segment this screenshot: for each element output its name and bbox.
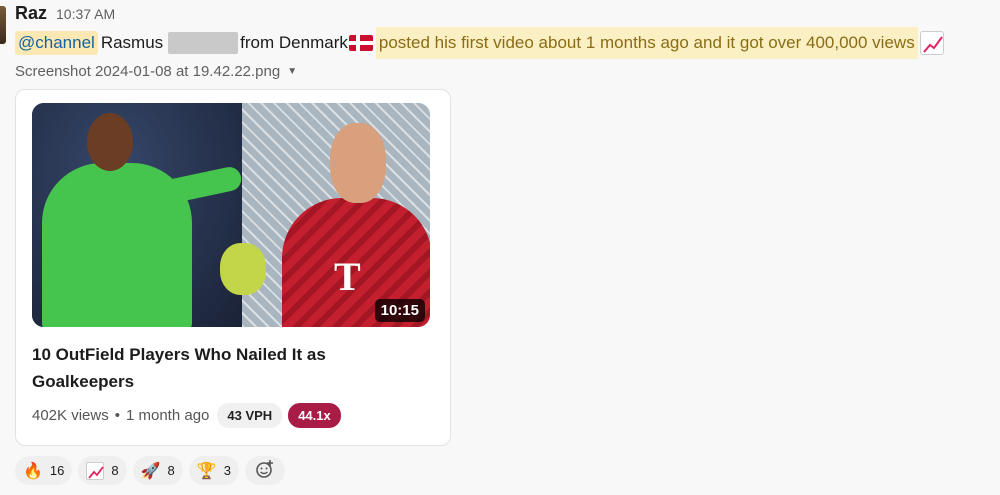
chart-increasing-icon bbox=[86, 461, 105, 480]
reaction-bar: 🔥 16 8 🚀 8 🏆 3 bbox=[15, 456, 285, 485]
channel-mention[interactable]: @channel bbox=[15, 30, 98, 55]
file-name-text: Screenshot 2024-01-08 at 19.42.22.png bbox=[15, 63, 281, 80]
player-green-head bbox=[87, 113, 133, 171]
avatar[interactable] bbox=[0, 6, 6, 44]
trophy-icon: 🏆 bbox=[196, 461, 217, 480]
reaction-rocket[interactable]: 🚀 8 bbox=[132, 456, 183, 485]
highlighted-text: posted his first video about 1 months ag… bbox=[375, 26, 918, 59]
player-red-head bbox=[330, 123, 386, 203]
reaction-count: 8 bbox=[167, 463, 175, 478]
sponsor-logo: T bbox=[334, 254, 361, 299]
message-text-from: from Denmark bbox=[240, 32, 348, 52]
reaction-chart[interactable]: 8 bbox=[78, 456, 127, 485]
message-body: @channel Rasmus from Denmark posted his … bbox=[15, 26, 944, 59]
fire-icon: 🔥 bbox=[23, 461, 43, 480]
add-reaction-icon bbox=[255, 459, 275, 482]
vph-badge: 43 VPH bbox=[217, 403, 283, 428]
message-timestamp[interactable]: 10:37 AM bbox=[56, 6, 115, 22]
chart-increasing-icon bbox=[919, 30, 944, 55]
message-text-name: Rasmus bbox=[100, 32, 164, 52]
video-thumbnail[interactable]: T 10:15 bbox=[32, 103, 430, 327]
multiplier-badge: 44.1x bbox=[288, 403, 341, 428]
reaction-count: 16 bbox=[49, 463, 65, 478]
chevron-down-icon[interactable]: ▼ bbox=[287, 66, 297, 77]
video-age: 1 month ago bbox=[125, 407, 210, 424]
video-preview-card[interactable]: T 10:15 10 OutField Players Who Nailed I… bbox=[15, 89, 451, 446]
player-red-glove bbox=[220, 243, 266, 295]
video-meta: 402K views • 1 month ago 43 VPH 44.1x bbox=[32, 403, 341, 428]
view-count: 402K views bbox=[32, 407, 109, 424]
reaction-count: 3 bbox=[223, 463, 231, 478]
rocket-icon: 🚀 bbox=[140, 461, 161, 480]
reaction-trophy[interactable]: 🏆 3 bbox=[188, 456, 239, 485]
reaction-count: 8 bbox=[111, 463, 119, 478]
message-header: Raz 10:37 AM bbox=[15, 3, 115, 24]
redacted-block bbox=[168, 31, 239, 54]
add-reaction-button[interactable] bbox=[244, 456, 285, 485]
reaction-fire[interactable]: 🔥 16 bbox=[15, 456, 73, 485]
video-duration-badge: 10:15 bbox=[374, 299, 425, 322]
video-title[interactable]: 10 OutField Players Who Nailed It as Goa… bbox=[32, 341, 412, 395]
attachment-file-name[interactable]: Screenshot 2024-01-08 at 19.42.22.png ▼ bbox=[15, 63, 297, 80]
sender-name[interactable]: Raz bbox=[15, 3, 47, 24]
meta-separator: • bbox=[114, 407, 120, 424]
denmark-flag-icon bbox=[348, 34, 373, 51]
